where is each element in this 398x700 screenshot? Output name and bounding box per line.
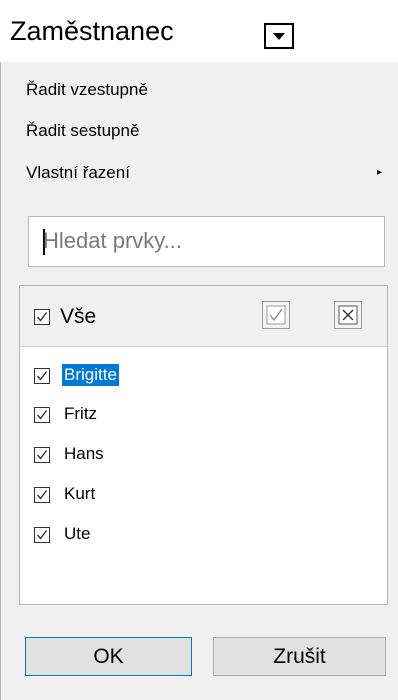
triangle-down-icon	[273, 33, 285, 40]
list-item[interactable]: Ute	[20, 520, 387, 550]
x-icon	[338, 305, 358, 325]
item-label: Ute	[64, 524, 91, 543]
item-label: Kurt	[64, 484, 96, 503]
value-list: Vše Brigitte Fritz Hans Kurt Ute	[19, 285, 388, 605]
item-checkbox[interactable]	[34, 447, 50, 463]
custom-sort-item[interactable]: Vlastní řazení	[26, 162, 130, 184]
select-all-row: Vše	[20, 286, 387, 347]
item-label: Hans	[64, 444, 104, 463]
item-label: Fritz	[64, 404, 98, 423]
uncheck-all-button[interactable]	[334, 301, 362, 329]
checkmark-icon	[36, 490, 48, 500]
select-all-checkbox[interactable]	[34, 309, 50, 325]
checkmark-icon	[36, 410, 48, 420]
sort-ascending-item[interactable]: Řadit vzestupně	[26, 79, 148, 101]
item-checkbox[interactable]	[34, 487, 50, 503]
checkmark-icon	[36, 312, 48, 322]
list-item[interactable]: Kurt	[20, 480, 387, 510]
sort-descending-item[interactable]: Řadit sestupně	[26, 120, 139, 142]
checkmark-icon	[36, 450, 48, 460]
ok-button[interactable]: OK	[25, 637, 192, 676]
item-checkbox[interactable]	[34, 527, 50, 543]
item-checkbox[interactable]	[34, 407, 50, 423]
checkmark-icon	[36, 530, 48, 540]
triangle-right-icon: ▸	[377, 167, 383, 178]
cancel-button[interactable]: Zrušit	[213, 637, 386, 676]
checkmark-icon	[36, 371, 48, 381]
list-item[interactable]: Fritz	[20, 400, 387, 430]
check-all-button[interactable]	[262, 301, 290, 329]
select-all-label: Vše	[60, 305, 97, 328]
column-title: Zaměstnanec	[10, 16, 174, 46]
item-label: Brigitte	[62, 364, 119, 386]
checkmark-icon	[266, 305, 286, 325]
list-item[interactable]: Brigitte	[20, 361, 387, 391]
search-box[interactable]	[28, 216, 385, 267]
column-header: Zaměstnanec	[0, 0, 398, 62]
list-item[interactable]: Hans	[20, 440, 387, 470]
item-checkbox[interactable]	[34, 368, 50, 384]
search-input[interactable]	[37, 225, 373, 257]
dropdown-button[interactable]	[264, 23, 294, 49]
